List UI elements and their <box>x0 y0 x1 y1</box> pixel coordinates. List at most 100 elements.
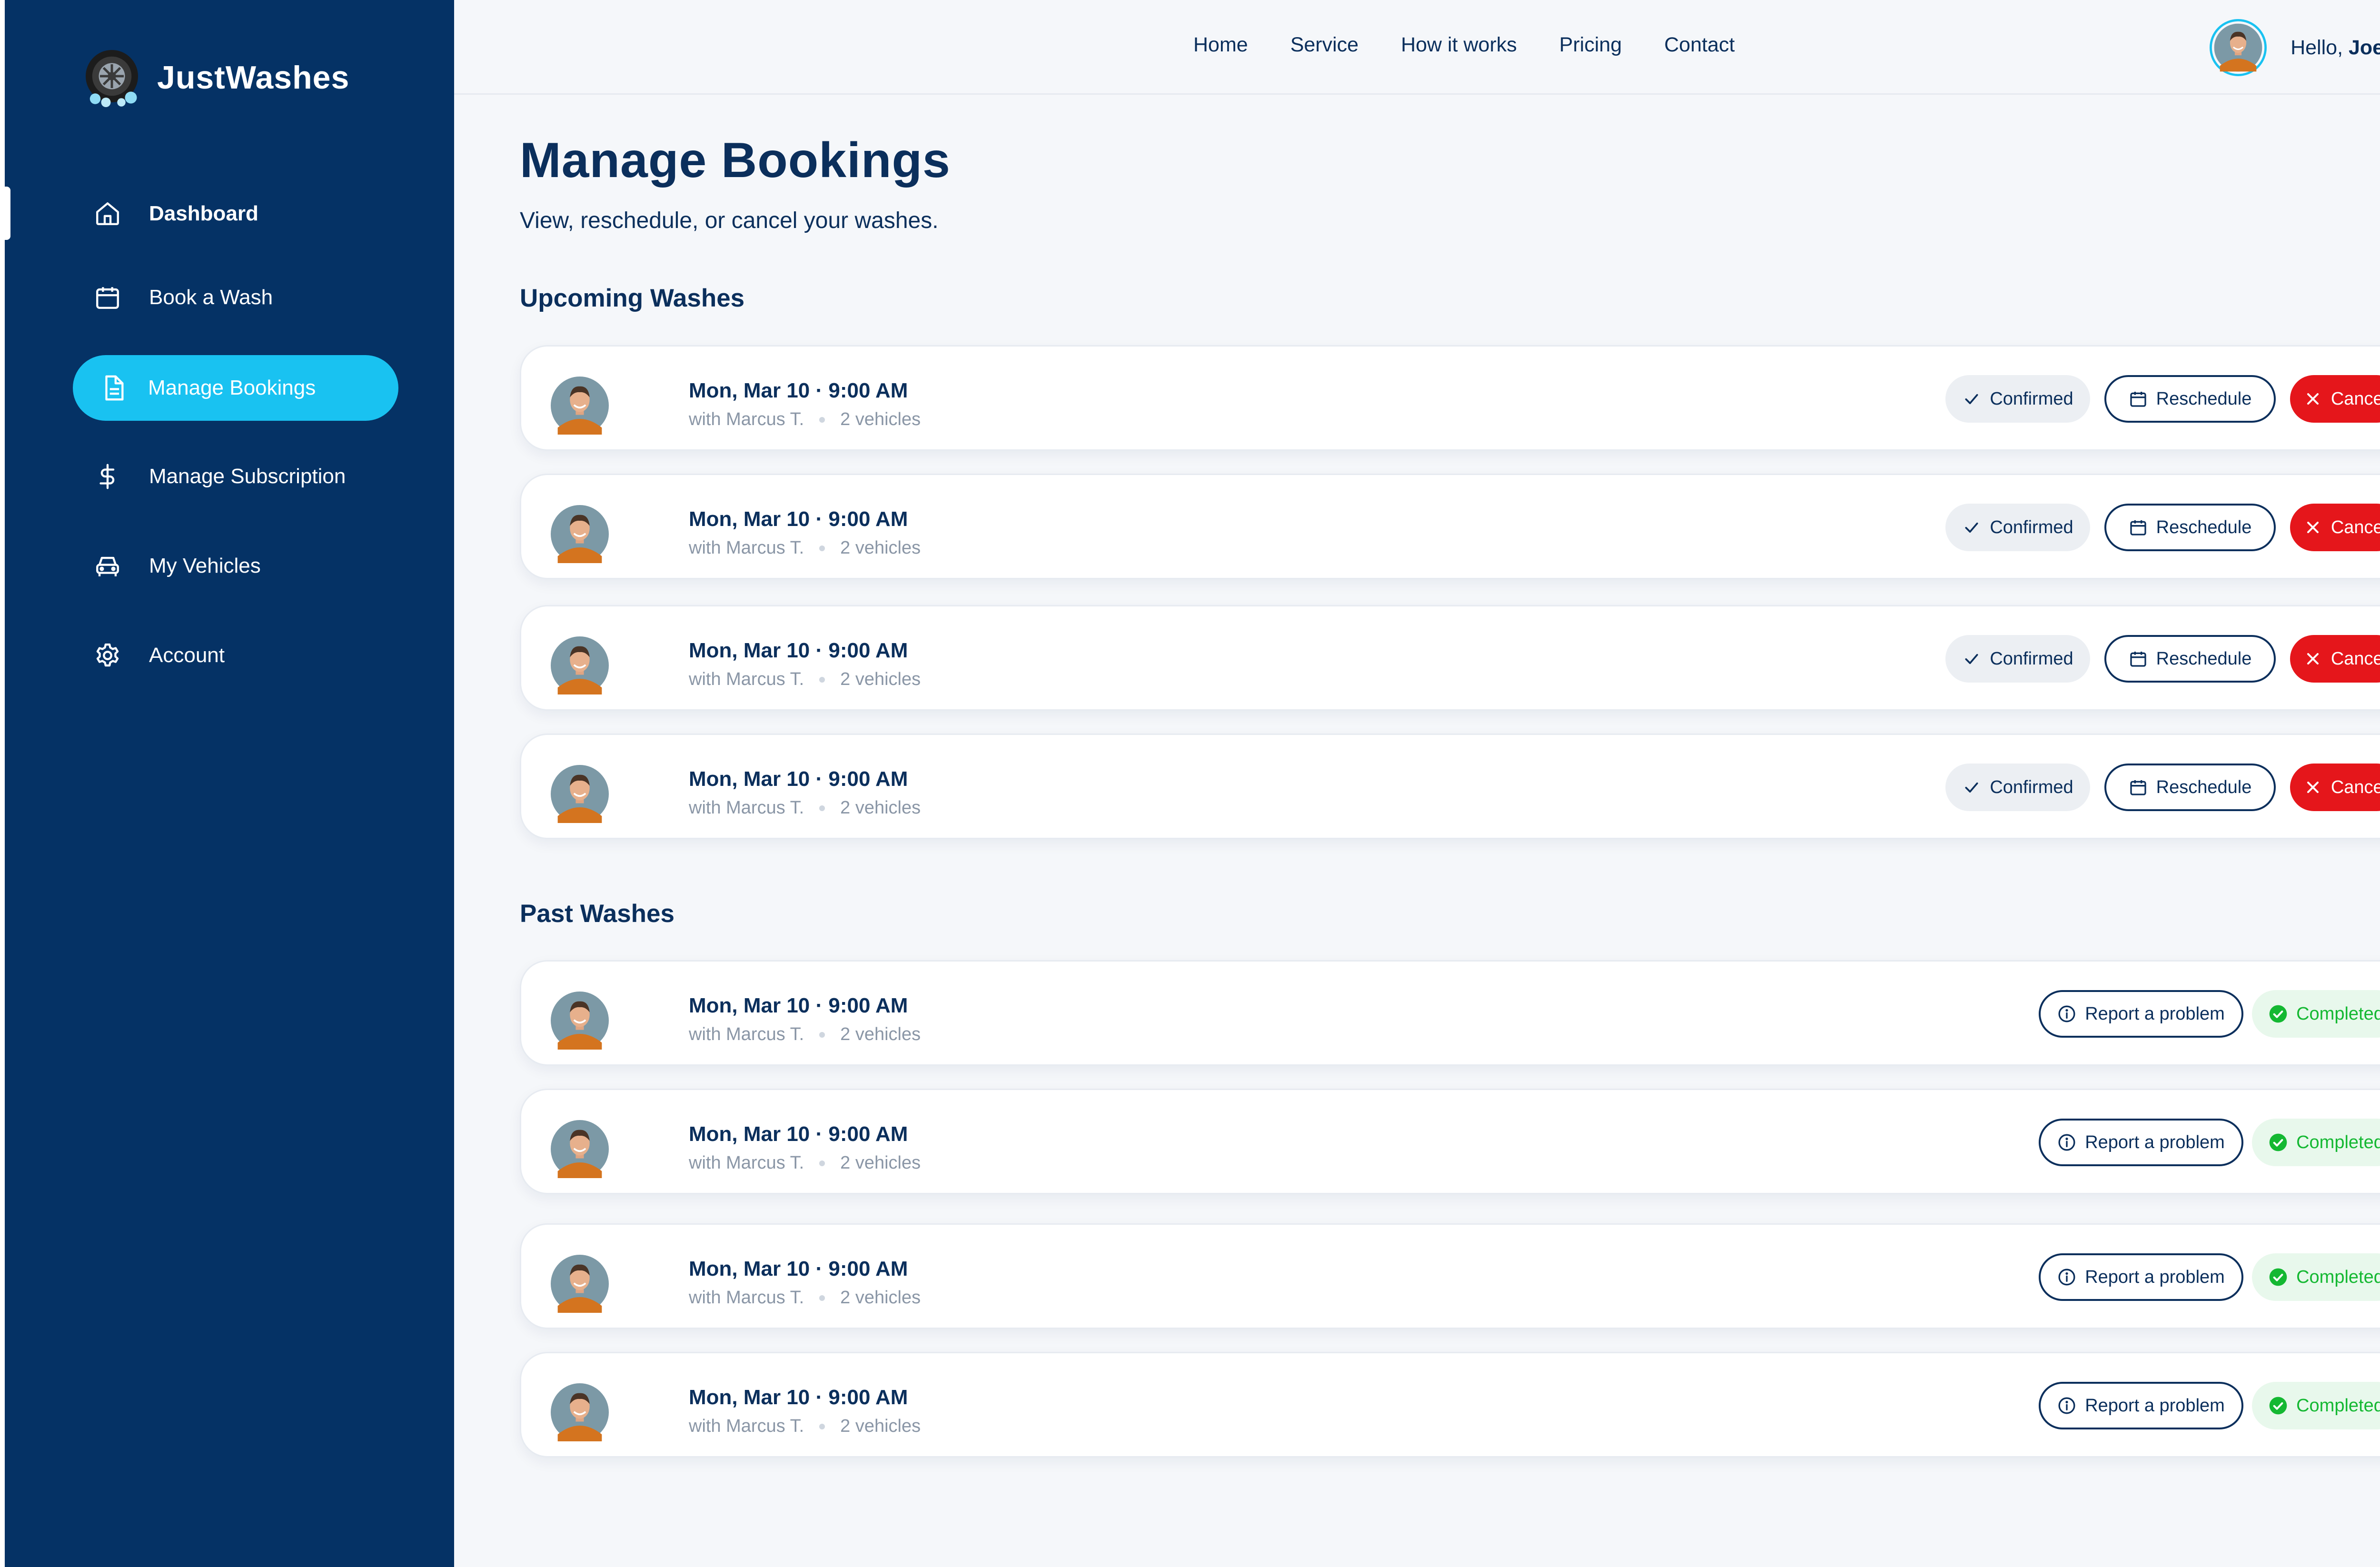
booking-vehicles: 2 vehicles <box>840 669 921 689</box>
reschedule-button[interactable]: Reschedule <box>2104 375 2276 423</box>
cancel-button[interactable]: Cancel <box>2290 635 2380 683</box>
status-label: Confirmed <box>1990 648 2073 669</box>
check-icon <box>1965 782 1978 793</box>
booking-datetime: Mon, Mar 10 · 9:00 AM <box>689 1386 908 1409</box>
separator-dot <box>819 1160 825 1166</box>
nav-link-service[interactable]: Service <box>1290 33 1359 57</box>
info-icon <box>2058 1134 2075 1151</box>
booking-meta: with Marcus T. 2 vehicles <box>689 538 921 558</box>
report-problem-button[interactable]: Report a problem <box>2039 1382 2243 1429</box>
check-icon <box>1965 654 1978 664</box>
page-title: Manage Bookings <box>520 133 951 188</box>
booking-meta: with Marcus T. 2 vehicles <box>689 1153 921 1173</box>
separator-dot <box>819 1031 825 1038</box>
nav-link-pricing[interactable]: Pricing <box>1559 33 1622 57</box>
booking-datetime: Mon, Mar 10 · 9:00 AM <box>689 994 908 1017</box>
upcoming-section-title: Upcoming Washes <box>520 284 745 312</box>
status-label: Completed <box>2296 1003 2380 1024</box>
sidebar-item-manage-subscription[interactable]: Manage Subscription <box>94 463 346 490</box>
report-problem-button[interactable]: Report a problem <box>2039 990 2243 1038</box>
cancel-button[interactable]: Cancel <box>2290 504 2380 551</box>
sidebar-item-book-a-wash[interactable]: Book a Wash <box>94 284 273 311</box>
sidebar-item-label: Manage Bookings <box>148 376 316 399</box>
booking-washer: with Marcus T. <box>689 1288 804 1308</box>
reschedule-label: Reschedule <box>2156 388 2252 409</box>
booking-actions: Confirmed Reschedule Cancel <box>1945 764 2380 811</box>
status-badge-confirmed: Confirmed <box>1945 635 2090 683</box>
calendar-icon <box>2130 652 2146 667</box>
reschedule-button[interactable]: Reschedule <box>2104 764 2276 811</box>
past-section-title: Past Washes <box>520 900 675 928</box>
booking-vehicles: 2 vehicles <box>840 1416 921 1436</box>
booking-washer: with Marcus T. <box>689 798 804 818</box>
check-circle-icon <box>2269 1397 2287 1415</box>
sidebar-item-manage-bookings[interactable]: Manage Bookings <box>73 355 398 421</box>
reschedule-button[interactable]: Reschedule <box>2104 504 2276 551</box>
status-badge-confirmed: Confirmed <box>1945 375 2090 423</box>
sidebar-item-account[interactable]: Account <box>94 642 225 669</box>
close-icon <box>2307 522 2319 533</box>
top-nav-links: Home Service How it works Pricing Contac… <box>1193 33 1777 57</box>
sidebar-item-my-vehicles[interactable]: My Vehicles <box>94 552 261 580</box>
washer-avatar <box>551 636 609 694</box>
active-nav-marker <box>5 187 10 240</box>
separator-dot <box>819 1295 825 1301</box>
calendar-icon <box>2130 392 2146 407</box>
upcoming-booking-card: Mon, Mar 10 · 9:00 AM with Marcus T. 2 ve… <box>520 734 2380 839</box>
status-badge-completed: Completed <box>2252 1253 2380 1301</box>
nav-link-how-it-works[interactable]: How it works <box>1401 33 1517 57</box>
document-icon <box>105 375 124 401</box>
cancel-label: Cancel <box>2330 777 2380 797</box>
booking-vehicles: 2 vehicles <box>840 538 921 558</box>
booking-datetime: Mon, Mar 10 · 9:00 AM <box>689 639 908 662</box>
booking-datetime: Mon, Mar 10 · 9:00 AM <box>689 1122 908 1146</box>
check-icon <box>1965 522 1978 533</box>
reschedule-button[interactable]: Reschedule <box>2104 635 2276 683</box>
separator-dot <box>819 1423 825 1429</box>
status-badge-completed: Completed <box>2252 1382 2380 1429</box>
booking-datetime: Mon, Mar 10 · 9:00 AM <box>689 767 908 791</box>
cancel-button[interactable]: Cancel <box>2290 764 2380 811</box>
report-problem-button[interactable]: Report a problem <box>2039 1119 2243 1166</box>
status-label: Completed <box>2296 1267 2380 1287</box>
user-avatar <box>2210 19 2267 76</box>
cancel-button[interactable]: Cancel <box>2290 375 2380 423</box>
status-label: Confirmed <box>1990 388 2073 409</box>
status-badge-completed: Completed <box>2252 1119 2380 1166</box>
booking-meta: with Marcus T. 2 vehicles <box>689 1288 921 1308</box>
separator-dot <box>819 545 825 551</box>
separator-dot <box>819 676 825 683</box>
booking-vehicles: 2 vehicles <box>840 798 921 818</box>
past-booking-card: Mon, Mar 10 · 9:00 AM with Marcus T. 2 ve… <box>520 1352 2380 1458</box>
booking-vehicles: 2 vehicles <box>840 1153 921 1173</box>
booking-datetime: Mon, Mar 10 · 9:00 AM <box>689 379 908 402</box>
check-circle-icon <box>2269 1005 2287 1023</box>
booking-meta: with Marcus T. 2 vehicles <box>689 798 921 818</box>
check-icon <box>1965 394 1978 404</box>
user-menu[interactable]: Hello, Joey <box>2210 19 2380 76</box>
booking-actions: Confirmed Reschedule Cancel <box>1945 504 2380 551</box>
gear-icon <box>96 643 119 667</box>
upcoming-booking-card: Mon, Mar 10 · 9:00 AM with Marcus T. 2 ve… <box>520 474 2380 579</box>
calendar-icon <box>2130 780 2146 795</box>
cancel-label: Cancel <box>2330 388 2380 409</box>
info-icon <box>2058 1269 2075 1286</box>
upcoming-booking-card: Mon, Mar 10 · 9:00 AM with Marcus T. 2 ve… <box>520 345 2380 451</box>
report-label: Report a problem <box>2085 1003 2225 1024</box>
sidebar: JustWashes Dashboard Book a Wash Manage … <box>5 0 454 1567</box>
user-greeting: Hello, Joey <box>2291 36 2380 60</box>
booking-actions: Report a problem Completed <box>2039 1382 2380 1429</box>
nav-link-home[interactable]: Home <box>1193 33 1248 57</box>
washer-avatar <box>551 1383 609 1441</box>
sidebar-item-dashboard[interactable]: Dashboard <box>94 200 258 228</box>
report-problem-button[interactable]: Report a problem <box>2039 1253 2243 1301</box>
page-subtitle: View, reschedule, or cancel your washes. <box>520 208 939 233</box>
reschedule-label: Reschedule <box>2156 517 2252 537</box>
brand[interactable]: JustWashes <box>83 48 349 107</box>
check-circle-icon <box>2269 1268 2287 1286</box>
nav-link-contact[interactable]: Contact <box>1664 33 1735 57</box>
info-icon <box>2058 1005 2075 1022</box>
washer-avatar <box>551 377 609 435</box>
booking-meta: with Marcus T. 2 vehicles <box>689 669 921 690</box>
booking-actions: Report a problem Completed <box>2039 1119 2380 1166</box>
